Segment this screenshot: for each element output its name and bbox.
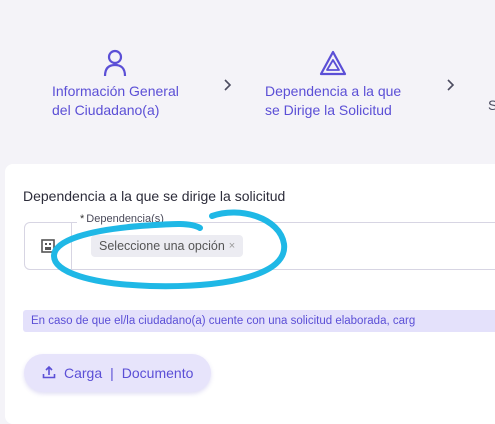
form-card: Dependencia a la que se dirige la solici… — [5, 164, 495, 424]
upload-icon — [42, 365, 56, 382]
info-banner: En caso de que el/la ciudadano(a) cuente… — [23, 310, 495, 332]
step-label: Dependencia a la que se Dirige la Solici… — [265, 83, 402, 118]
required-mark: * — [80, 213, 85, 225]
close-icon[interactable]: × — [229, 240, 235, 252]
triangle-icon — [318, 48, 348, 78]
upload-label-separator: | — [110, 365, 114, 381]
chevron-right-icon — [447, 78, 455, 95]
upload-label-right: Documento — [121, 365, 194, 381]
upload-label-left: Carga — [64, 365, 103, 381]
step-informacion-general[interactable]: Información General del Ciudadano(a) — [52, 48, 179, 120]
building-icon — [25, 223, 72, 269]
stepper: Información General del Ciudadano(a) Dep… — [0, 0, 495, 160]
upload-document-button[interactable]: Carga | Documento — [24, 354, 212, 392]
step-dependencia[interactable]: Dependencia a la que se Dirige la Solici… — [265, 48, 401, 120]
section-title: Dependencia a la que se dirige la solici… — [23, 188, 286, 204]
chevron-right-icon — [224, 78, 232, 95]
chip-label: Seleccione una opción — [99, 239, 225, 253]
dependencia-select[interactable]: * Dependencia(s) Seleccione una opción × — [24, 213, 495, 270]
field-label-text: Dependencia(s) — [86, 213, 164, 225]
step-label: Información General del Ciudadano(a) — [52, 83, 179, 118]
selected-chip[interactable]: Seleccione una opción × — [91, 235, 244, 257]
step-third[interactable]: S — [488, 92, 495, 115]
step-label: S — [488, 97, 495, 113]
user-icon — [100, 48, 130, 78]
field-label: * Dependencia(s) — [77, 213, 167, 225]
